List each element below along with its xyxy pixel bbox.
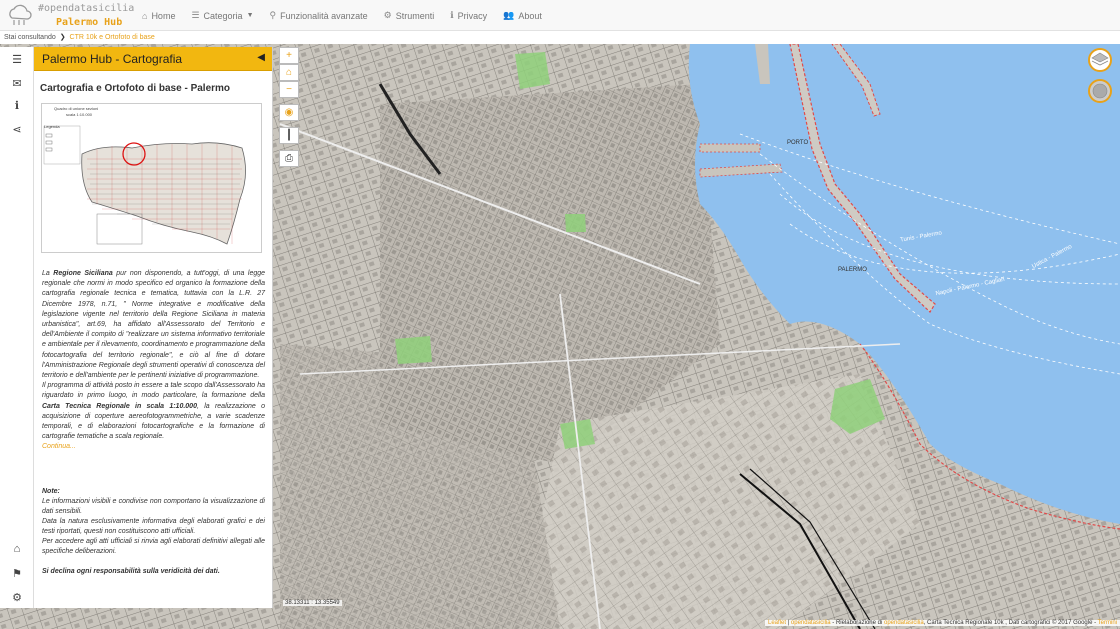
thumbnail-legend-label: Legenda xyxy=(44,124,60,129)
map-marker-icon: ◉ xyxy=(284,107,294,118)
nav-strumenti[interactable]: ⚙ Strumenti xyxy=(384,10,435,21)
menu-toggle-button[interactable]: ☰ xyxy=(0,49,34,69)
map-controls: + ⌂ − ◉ ┃ ⎙ xyxy=(279,47,299,167)
nav-funzionalita[interactable]: ⚲ Funzionalità avanzate xyxy=(270,10,368,21)
nav-strumenti-label: Strumenti xyxy=(395,10,435,21)
ruler-icon: ┃ xyxy=(285,130,293,141)
panel-note: Note: Le informazioni visibili e condivi… xyxy=(42,487,265,577)
nav-privacy-label: Privacy xyxy=(457,10,488,21)
cloud-logo-icon xyxy=(9,4,32,25)
institution-icon: ⌂ xyxy=(13,543,21,555)
plus-icon: + xyxy=(286,50,292,61)
sicily-index-map-image[interactable]: Quadro di unione sezioni scala 1:10.000 … xyxy=(41,103,262,253)
measure-button[interactable]: ┃ xyxy=(279,127,299,144)
caret-down-icon: ▼ xyxy=(246,12,254,19)
nav-categoria-label: Categoria xyxy=(203,10,243,21)
institution-button[interactable]: ⌂ xyxy=(0,539,34,559)
print-icon: ⎙ xyxy=(285,153,293,164)
zoom-out-button[interactable]: − xyxy=(279,81,299,98)
map-label-palermo: PALERMO xyxy=(838,267,867,273)
flag-icon: ⚑ xyxy=(12,567,22,580)
nav-home[interactable]: ⌂ Home xyxy=(142,11,175,21)
basemap-button[interactable] xyxy=(1088,79,1112,103)
body-text-region: Regione Siciliana xyxy=(53,270,113,277)
info-button[interactable]: ℹ xyxy=(0,95,34,115)
attribution-link-2[interactable]: opendatasicilia xyxy=(884,620,924,626)
zoom-in-button[interactable]: + xyxy=(279,47,299,64)
info-panel: ≡ Palermo Hub - Cartografia ◀ Cartografi… xyxy=(34,47,273,608)
search-icon: ⚲ xyxy=(269,10,277,20)
note-line-2: Data la natura esclusivamente informativ… xyxy=(42,518,265,535)
note-line-3: Per accedere agli atti ufficiali si rinv… xyxy=(42,538,265,555)
nav-home-label: Home xyxy=(151,10,176,21)
info-icon: ℹ xyxy=(450,10,454,20)
panel-description: La Regione Siciliana pur non disponendo,… xyxy=(42,269,265,453)
info-icon: ℹ xyxy=(14,99,20,112)
nav-categoria[interactable]: ☰ Categoria ▼ xyxy=(191,10,253,21)
nav-privacy[interactable]: ℹ Privacy xyxy=(450,10,487,21)
thumbnail-caption-title: Quadro di unione sezioni xyxy=(54,106,99,111)
share-icon: ⋖ xyxy=(12,123,22,136)
side-icon-strip: ☰ ✉ ℹ ⋖ ⌂ ⚑ ⚙ xyxy=(0,47,34,608)
list-icon: ☰ xyxy=(191,10,200,20)
globe-icon xyxy=(1092,83,1108,99)
nav-about[interactable]: 👥 About xyxy=(503,10,542,21)
hamburger-icon: ☰ xyxy=(12,53,22,66)
attribution-text-2: , Carta Tecnica Regionale 10k , Dati car… xyxy=(923,620,1098,626)
breadcrumb-prefix: Stai consultando xyxy=(4,34,56,41)
main-nav: ⌂ Home ☰ Categoria ▼ ⚲ Funzionalità avan… xyxy=(142,0,542,31)
breadcrumb-current[interactable]: CTR 10k e Ortofoto di base xyxy=(70,34,155,41)
map-label-porto: PORTO xyxy=(787,140,809,146)
nav-funzionalita-label: Funzionalità avanzate xyxy=(280,10,368,21)
layers-button[interactable] xyxy=(1088,48,1112,72)
sicily-map-figure xyxy=(43,125,246,245)
flag-button[interactable]: ⚑ xyxy=(0,563,34,583)
body-text-p1a: La xyxy=(42,270,54,277)
breadcrumb: Stai consultando ❯ CTR 10k e Ortofoto di… xyxy=(0,31,1120,44)
settings-button[interactable]: ⚙ xyxy=(0,587,34,607)
gear-icon: ⚙ xyxy=(12,591,22,604)
body-text-ctr: Carta Tecnica Regionale in scala 1:10.00… xyxy=(42,402,197,410)
envelope-icon: ✉ xyxy=(12,77,22,90)
mail-button[interactable]: ✉ xyxy=(0,73,34,93)
panel-header: ≡ Palermo Hub - Cartografia ◀ xyxy=(34,47,272,71)
note-disclaimer: Si declina ogni responsabilità sulla ver… xyxy=(42,568,220,575)
attribution-link-1[interactable]: opendatasicilia xyxy=(791,620,831,626)
note-title: Note: xyxy=(42,488,60,495)
gear-icon: ⚙ xyxy=(383,10,392,20)
share-button[interactable]: ⋖ xyxy=(0,119,34,139)
note-line-1: Le informazioni visibili e condivise non… xyxy=(42,498,265,515)
attribution-leaflet-link[interactable]: Leaflet xyxy=(768,620,786,626)
collapse-panel-icon[interactable]: ◀ xyxy=(257,52,265,63)
map-attribution: Leaflet | opendatasicilia - Rielaborazio… xyxy=(764,620,1120,626)
nav-about-label: About xyxy=(518,10,542,21)
home-icon: ⌂ xyxy=(285,67,293,78)
layers-icon xyxy=(1091,52,1109,66)
logo-line2: Palermo Hub xyxy=(56,17,123,28)
logo-line1: #opendatasicilia xyxy=(38,3,135,14)
body-text-p1c: pur non disponendo, a tutt'oggi, di una … xyxy=(42,270,266,380)
body-text-p2a: Il programma di attività posto in essere… xyxy=(42,382,265,400)
continue-link[interactable]: Continua... xyxy=(42,443,76,450)
home-icon: ⌂ xyxy=(142,10,148,21)
panel-subtitle: Cartografia e Ortofoto di base - Palermo xyxy=(40,83,231,94)
top-navbar: #opendatasicilia Palermo Hub ⌂ Home ☰ Ca… xyxy=(0,0,1120,31)
thumbnail-caption-scale: scala 1:10.000 xyxy=(66,112,93,117)
coordinates-readout: 38.13311 : 13.35549 xyxy=(283,600,342,606)
locate-button[interactable]: ◉ xyxy=(279,104,299,121)
minus-icon: − xyxy=(286,84,292,95)
site-logo[interactable]: #opendatasicilia Palermo Hub xyxy=(6,2,135,29)
print-button[interactable]: ⎙ xyxy=(279,150,299,167)
users-icon: 👥 xyxy=(503,10,515,20)
attribution-text-1: - Rielaborazione di xyxy=(830,620,884,626)
panel-title: Palermo Hub - Cartografia xyxy=(42,52,183,66)
attribution-terms-link[interactable]: Termini xyxy=(1098,620,1117,626)
chevron-right-icon: ❯ xyxy=(59,34,66,41)
home-view-button[interactable]: ⌂ xyxy=(279,64,299,81)
